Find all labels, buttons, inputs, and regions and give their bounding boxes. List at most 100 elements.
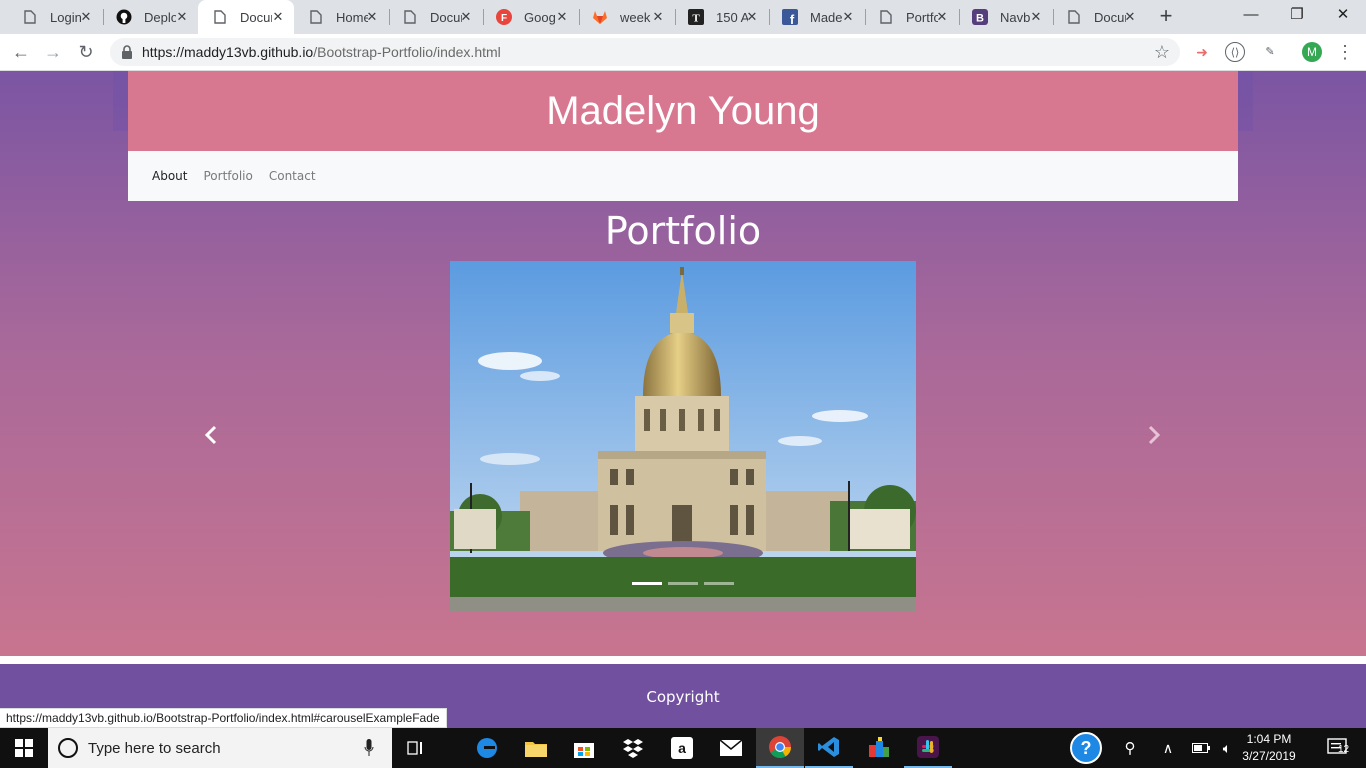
- nav-link-contact[interactable]: Contact: [269, 169, 316, 183]
- carousel: [450, 261, 916, 611]
- forward-button[interactable]: →: [41, 40, 65, 64]
- close-icon[interactable]: ✕: [1122, 9, 1138, 25]
- mail-icon[interactable]: [707, 728, 755, 768]
- close-icon[interactable]: ✕: [840, 9, 856, 25]
- doc-icon: [1066, 9, 1082, 25]
- close-icon[interactable]: ✕: [78, 9, 94, 25]
- carousel-image: [450, 261, 916, 611]
- dropbox-icon[interactable]: [609, 728, 657, 768]
- gitlab-icon: [592, 9, 608, 25]
- restore-button[interactable]: ❐: [1274, 0, 1320, 32]
- extension-code-icon[interactable]: ⟨⟩: [1225, 42, 1245, 62]
- page-viewport: Madelyn Young About Portfolio Contact Po…: [0, 71, 1366, 728]
- doc-icon: [402, 9, 418, 25]
- tab-portfolio[interactable]: Portfo ✕: [864, 0, 958, 34]
- tab-150[interactable]: T 150 A ✕: [674, 0, 768, 34]
- tab-deploy[interactable]: Deplo ✕: [102, 0, 198, 34]
- doc-icon: [878, 9, 894, 25]
- carousel-prev-icon[interactable]: [199, 423, 223, 447]
- close-icon[interactable]: ✕: [458, 9, 474, 25]
- close-icon[interactable]: ✕: [364, 9, 380, 25]
- close-window-button[interactable]: ✕: [1320, 0, 1366, 32]
- more-menu-icon[interactable]: ⋮: [1336, 42, 1354, 63]
- close-icon[interactable]: ✕: [554, 9, 570, 25]
- task-view-icon[interactable]: [392, 728, 440, 768]
- tab-document-2[interactable]: Docur ✕: [388, 0, 482, 34]
- svg-text:F: F: [501, 13, 507, 24]
- tab-facebook[interactable]: f Made ✕: [768, 0, 864, 34]
- extension-eyedropper-icon[interactable]: ✎: [1260, 42, 1280, 62]
- tab-google[interactable]: F Goog ✕: [482, 0, 578, 34]
- svg-text:B: B: [976, 13, 984, 25]
- amazon-icon[interactable]: a: [658, 728, 706, 768]
- footer-copyright: Copyright: [646, 688, 720, 706]
- chrome-icon[interactable]: [756, 728, 804, 768]
- slack-icon[interactable]: [904, 728, 952, 768]
- tab-navbar[interactable]: B Navb ✕: [958, 0, 1052, 34]
- tab-home[interactable]: Home ✕: [294, 0, 388, 34]
- tab-title: Docur: [240, 9, 272, 25]
- chevron-up-icon[interactable]: ∧: [1156, 728, 1180, 768]
- doc-icon: [308, 9, 324, 25]
- bookmark-star-icon[interactable]: ☆: [1154, 42, 1170, 63]
- doc-icon: [212, 9, 228, 25]
- lock-icon: [122, 45, 132, 59]
- address-bar[interactable]: https://maddy13vb.github.io/Bootstrap-Po…: [110, 38, 1180, 66]
- tab-title: Goog: [524, 9, 556, 25]
- back-button[interactable]: ←: [9, 40, 33, 64]
- file-explorer-icon[interactable]: [512, 728, 560, 768]
- carousel-indicator-1[interactable]: [632, 582, 662, 585]
- microphone-icon[interactable]: [364, 739, 374, 757]
- nav-link-portfolio[interactable]: Portfolio: [203, 169, 252, 183]
- carousel-indicator-2[interactable]: [668, 582, 698, 585]
- close-icon[interactable]: ✕: [1028, 9, 1044, 25]
- google-forms-icon: F: [496, 9, 512, 25]
- system-clock[interactable]: 1:04 PM 3/27/2019: [1232, 731, 1306, 765]
- paint-app-icon[interactable]: [855, 728, 903, 768]
- svg-text:a: a: [678, 740, 686, 756]
- nav-link-about[interactable]: About: [152, 169, 187, 183]
- windows-taskbar: Type here to search a ? ⚲ ∧ 🔈︎ 1:04 PM 3…: [0, 728, 1366, 768]
- close-icon[interactable]: ✕: [934, 9, 950, 25]
- extension-arrow-icon[interactable]: ➜: [1192, 42, 1212, 62]
- new-tab-button[interactable]: +: [1154, 5, 1178, 29]
- start-button[interactable]: [0, 728, 48, 768]
- vscode-icon[interactable]: [805, 728, 853, 768]
- taskbar-search-box[interactable]: Type here to search: [48, 728, 392, 768]
- tab-title: Made: [810, 9, 842, 25]
- github-icon: [116, 9, 132, 25]
- edge-icon[interactable]: [463, 728, 511, 768]
- help-icon[interactable]: ?: [1066, 728, 1106, 768]
- carousel-next-icon[interactable]: [1142, 423, 1166, 447]
- reload-button[interactable]: ↻: [74, 40, 98, 64]
- doc-icon: [22, 9, 38, 25]
- bootstrap-icon: B: [972, 9, 988, 25]
- minimize-button[interactable]: —: [1228, 0, 1274, 32]
- tab-document-active[interactable]: Docur ✕: [198, 0, 294, 34]
- tab-title: Deplo: [144, 9, 176, 25]
- svg-text:?: ?: [1081, 738, 1092, 758]
- search-placeholder: Type here to search: [88, 740, 221, 757]
- notification-center-icon[interactable]: 12: [1318, 728, 1358, 768]
- close-icon[interactable]: ✕: [650, 9, 666, 25]
- close-icon[interactable]: ✕: [270, 9, 286, 25]
- tab-login[interactable]: Login ✕: [8, 0, 102, 34]
- windows-logo-icon: [15, 739, 33, 757]
- close-icon[interactable]: ✕: [174, 9, 190, 25]
- cortana-icon: [58, 738, 78, 758]
- people-icon[interactable]: ⚲: [1116, 728, 1144, 768]
- site-title: Madelyn Young: [546, 88, 820, 133]
- battery-icon[interactable]: [1188, 728, 1214, 768]
- site-header: Madelyn Young: [128, 71, 1238, 151]
- browser-toolbar: ← → ↻ https://maddy13vb.github.io/Bootst…: [0, 34, 1366, 71]
- carousel-indicator-3[interactable]: [704, 582, 734, 585]
- tab-document-3[interactable]: Docur ✕: [1052, 0, 1146, 34]
- facebook-icon: f: [782, 9, 798, 25]
- navbar: About Portfolio Contact: [128, 151, 1238, 201]
- store-icon[interactable]: [560, 728, 608, 768]
- avatar[interactable]: M: [1302, 42, 1322, 62]
- status-bar-url: https://maddy13vb.github.io/Bootstrap-Po…: [0, 708, 447, 728]
- section-title: Portfolio: [604, 209, 762, 253]
- close-icon[interactable]: ✕: [744, 9, 760, 25]
- tab-week[interactable]: week ✕: [578, 0, 674, 34]
